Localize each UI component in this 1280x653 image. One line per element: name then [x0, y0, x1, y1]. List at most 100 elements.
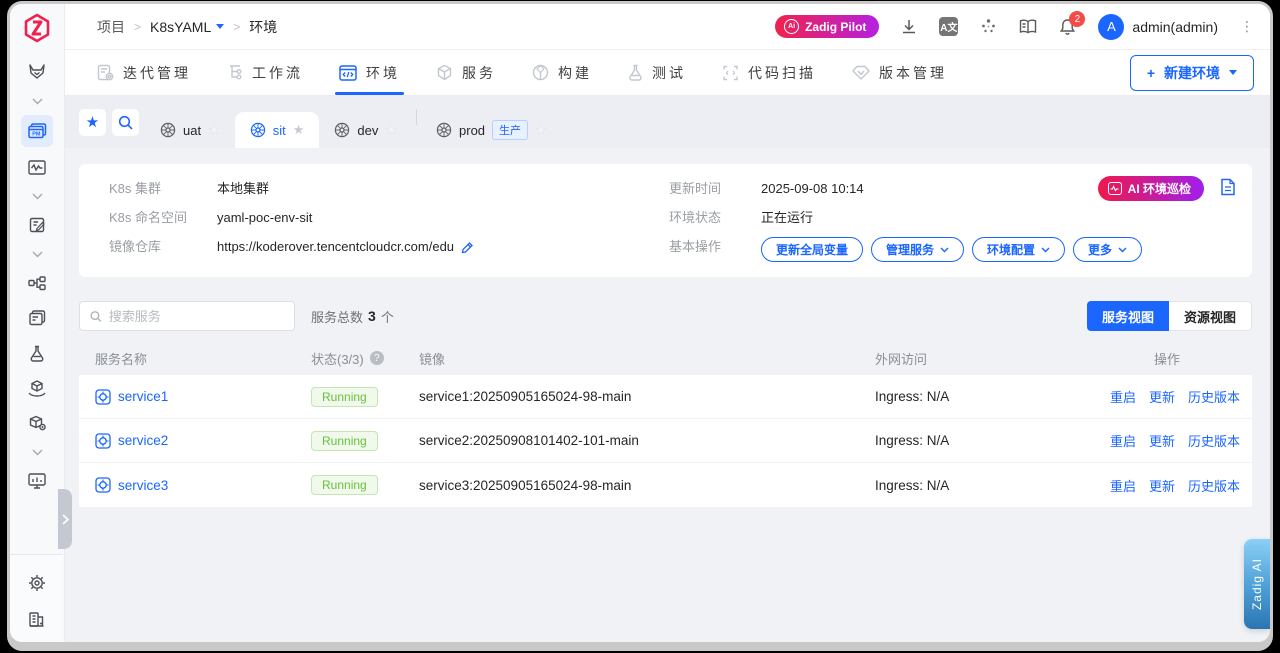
- star-icon[interactable]: ★: [385, 122, 397, 138]
- download-icon[interactable]: [901, 19, 917, 35]
- nav-label: 迭代管理: [123, 63, 191, 83]
- env-log-document-icon[interactable]: [1220, 178, 1236, 196]
- nav-item-release[interactable]: 版本管理: [852, 50, 947, 95]
- status-badge: Running: [311, 387, 378, 407]
- delivery-box-icon[interactable]: [21, 373, 53, 403]
- sidebar-collapse-handle[interactable]: [58, 489, 72, 549]
- search-environments-button[interactable]: [112, 109, 139, 136]
- production-badge: 生产: [492, 120, 528, 140]
- settings-gear-icon[interactable]: [21, 568, 53, 598]
- history-versions-link[interactable]: 历史版本: [1188, 476, 1240, 495]
- plus-icon: +: [1147, 65, 1155, 81]
- service-search[interactable]: [79, 301, 295, 331]
- flask-icon[interactable]: [21, 338, 53, 368]
- env-tab-prod[interactable]: prod 生产 ★: [421, 112, 562, 148]
- chevron-down-icon[interactable]: [21, 443, 53, 461]
- build-icon: [532, 64, 549, 81]
- favorite-filter-button[interactable]: ★: [79, 109, 106, 136]
- service-icon: [95, 389, 111, 405]
- sidebar-item-project-env-active[interactable]: PM: [21, 115, 53, 147]
- window-frame: PM: [7, 1, 1273, 651]
- more-options-icon[interactable]: ⋮: [1240, 18, 1254, 35]
- env-tab-dev[interactable]: dev ★: [319, 112, 412, 148]
- update-link[interactable]: 更新: [1149, 476, 1175, 495]
- service-name-link[interactable]: service3: [118, 478, 168, 493]
- resource-view-tab[interactable]: 资源视图: [1169, 301, 1252, 331]
- star-icon[interactable]: ★: [535, 122, 547, 138]
- ai-env-inspect-button[interactable]: AI 环境巡检: [1098, 176, 1204, 201]
- nav-label: 代码扫描: [748, 63, 816, 83]
- history-versions-link[interactable]: 历史版本: [1188, 387, 1240, 406]
- image-registry-value: https://koderover.tencentcloudcr.com/edu: [217, 237, 669, 257]
- sidebar-bottom-section: [10, 554, 63, 642]
- service-search-input[interactable]: [109, 309, 284, 324]
- pulse-icon: [1108, 182, 1122, 195]
- pages-icon[interactable]: [21, 303, 53, 333]
- star-icon[interactable]: ★: [208, 122, 220, 138]
- ingress-value: Ingress: N/A: [875, 478, 1082, 493]
- service-icon: [95, 433, 111, 449]
- edit-pencil-icon[interactable]: [461, 241, 474, 254]
- service-view-tab[interactable]: 服务视图: [1087, 301, 1169, 331]
- restart-link[interactable]: 重启: [1110, 387, 1136, 406]
- organization-building-icon[interactable]: [21, 603, 53, 633]
- user-menu[interactable]: A admin(admin): [1098, 14, 1218, 40]
- chevron-down-icon[interactable]: [21, 92, 53, 110]
- more-actions-button[interactable]: 更多: [1073, 237, 1142, 262]
- column-image: 镜像: [419, 349, 875, 368]
- table-row: service3 Running service3:20250905165024…: [79, 463, 1252, 507]
- column-status-label: 状态(3/3): [311, 349, 364, 368]
- new-environment-button[interactable]: + 新建环境: [1130, 55, 1254, 91]
- version-box-icon[interactable]: [21, 408, 53, 438]
- history-versions-link[interactable]: 历史版本: [1188, 431, 1240, 450]
- zadig-logo[interactable]: [10, 4, 64, 52]
- tab-divider: [416, 109, 417, 125]
- nav-item-environment-active[interactable]: 环境: [339, 50, 400, 95]
- notification-count-badge: 2: [1069, 11, 1085, 27]
- env-config-button[interactable]: 环境配置: [972, 237, 1065, 262]
- language-switch-icon[interactable]: A文: [939, 17, 958, 36]
- restart-link[interactable]: 重启: [1110, 476, 1136, 495]
- release-gem-icon: [852, 65, 870, 80]
- chevron-down-icon[interactable]: [21, 187, 53, 205]
- update-link[interactable]: 更新: [1149, 387, 1175, 406]
- nav-item-service[interactable]: 服务: [436, 50, 496, 95]
- total-label: 服务总数: [311, 307, 363, 326]
- image-tag: service2:20250908101402-101-main: [419, 433, 875, 448]
- update-link[interactable]: 更新: [1149, 431, 1175, 450]
- fox-icon[interactable]: [21, 57, 53, 87]
- zadig-ai-floating-tab[interactable]: Zadig AI: [1244, 539, 1270, 629]
- service-name-link[interactable]: service1: [118, 389, 168, 404]
- pilot-ai-icon: Ai: [784, 19, 799, 34]
- nav-item-code-scan[interactable]: 代码扫描: [722, 50, 816, 95]
- help-icon[interactable]: ?: [370, 351, 384, 365]
- chevron-down-icon[interactable]: [21, 245, 53, 263]
- dashboard-monitor-icon[interactable]: [21, 466, 53, 496]
- docs-book-icon[interactable]: [1019, 19, 1037, 34]
- update-global-vars-button[interactable]: 更新全局变量: [761, 237, 863, 262]
- button-label: 管理服务: [886, 241, 934, 258]
- manage-services-button[interactable]: 管理服务: [871, 237, 964, 262]
- field-label: 环境状态: [669, 208, 761, 228]
- nav-item-test[interactable]: 测试: [628, 50, 686, 95]
- workflow-tree-icon[interactable]: [21, 268, 53, 298]
- notepad-edit-icon[interactable]: [21, 210, 53, 240]
- service-name-link[interactable]: service2: [118, 433, 168, 448]
- notifications-bell-icon[interactable]: 2: [1059, 18, 1076, 35]
- restart-link[interactable]: 重启: [1110, 431, 1136, 450]
- table-row: service1 Running service1:20250905165024…: [79, 375, 1252, 419]
- chevron-down-icon: [1229, 70, 1237, 75]
- nav-item-iteration[interactable]: 迭代管理: [97, 50, 191, 95]
- env-tab-uat[interactable]: uat ★: [145, 112, 235, 148]
- zadig-pilot-button[interactable]: Ai Zadig Pilot: [775, 15, 879, 38]
- total-count-value: 3: [368, 308, 376, 324]
- nav-item-build[interactable]: 构建: [532, 50, 592, 95]
- nav-item-workflow[interactable]: 工作流: [227, 50, 303, 95]
- star-icon[interactable]: ★: [293, 122, 305, 138]
- breadcrumb-project-dropdown[interactable]: K8sYAML: [150, 19, 224, 35]
- services-toolbar: 服务总数 3 个 服务视图 资源视图: [79, 301, 1252, 331]
- apps-dots-icon[interactable]: [980, 18, 997, 35]
- env-tab-sit-active[interactable]: sit ★: [235, 112, 320, 148]
- monitor-pulse-icon[interactable]: [21, 152, 53, 182]
- breadcrumb-section[interactable]: 项目: [97, 17, 125, 37]
